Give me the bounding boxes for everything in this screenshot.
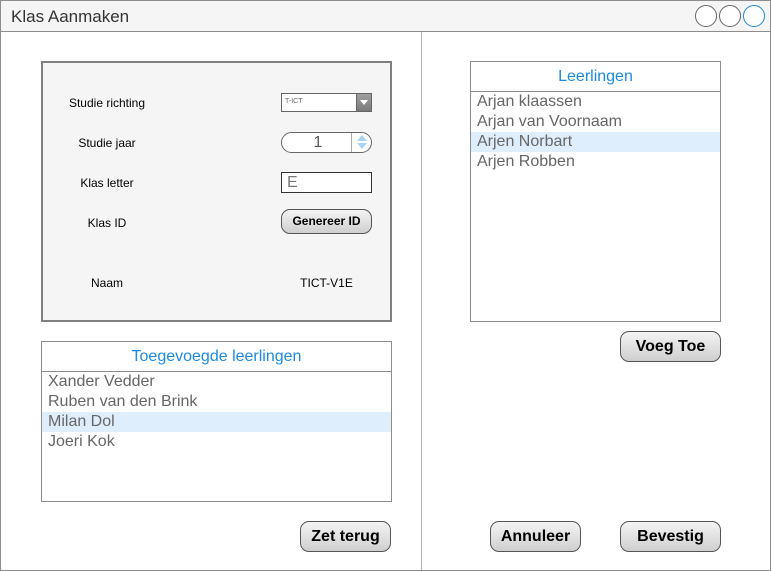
studie-jaar-value: 1 bbox=[313, 134, 323, 151]
naam-value: TICT-V1E bbox=[300, 276, 353, 290]
list-item[interactable]: Arjen Robben bbox=[471, 152, 720, 172]
list-item-selected[interactable]: Milan Dol bbox=[42, 412, 391, 432]
studie-richting-select[interactable]: T-ICT bbox=[281, 93, 372, 112]
chevron-down-icon[interactable] bbox=[356, 94, 371, 111]
title-bar: Klas Aanmaken bbox=[1, 1, 770, 32]
list-item[interactable]: Xander Vedder bbox=[42, 372, 391, 392]
voeg-toe-button[interactable]: Voeg Toe bbox=[620, 331, 721, 362]
list-item[interactable]: Arjan van Voornaam bbox=[471, 112, 720, 132]
studie-richting-label: Studie richting bbox=[68, 96, 146, 110]
class-form-panel: Studie richting T-ICT Studie jaar 1 Klas… bbox=[41, 61, 392, 322]
studie-jaar-stepper[interactable]: 1 bbox=[281, 132, 372, 153]
students-header: Leerlingen bbox=[471, 62, 720, 92]
stepper-controls[interactable] bbox=[351, 133, 371, 152]
klas-letter-label: Klas letter bbox=[80, 176, 134, 190]
studie-richting-value: T-ICT bbox=[285, 98, 303, 105]
window-title: Klas Aanmaken bbox=[11, 7, 130, 26]
bevestig-button[interactable]: Bevestig bbox=[620, 521, 721, 552]
list-item[interactable]: Joeri Kok bbox=[42, 432, 391, 452]
studie-jaar-label: Studie jaar bbox=[78, 136, 136, 150]
added-students-list[interactable]: Toegevoegde leerlingen Xander Vedder Rub… bbox=[41, 341, 392, 502]
vertical-divider bbox=[421, 32, 422, 570]
added-students-header: Toegevoegde leerlingen bbox=[42, 342, 391, 372]
maximize-button[interactable] bbox=[719, 5, 741, 27]
annuleer-button[interactable]: Annuleer bbox=[490, 521, 581, 552]
students-list[interactable]: Leerlingen Arjan klaassen Arjan van Voor… bbox=[470, 61, 721, 322]
klas-id-label: Klas ID bbox=[87, 216, 127, 230]
klas-letter-input[interactable]: E bbox=[281, 172, 372, 193]
list-item[interactable]: Arjan klaassen bbox=[471, 92, 720, 112]
zet-terug-button[interactable]: Zet terug bbox=[300, 521, 391, 552]
list-item-selected[interactable]: Arjen Norbart bbox=[471, 132, 720, 152]
stepper-up-icon[interactable] bbox=[357, 135, 367, 141]
stepper-down-icon[interactable] bbox=[357, 143, 367, 149]
minimize-button[interactable] bbox=[695, 5, 717, 27]
genereer-id-button[interactable]: Genereer ID bbox=[281, 209, 372, 234]
app-window: Klas Aanmaken Studie richting T-ICT Stud… bbox=[0, 0, 771, 571]
list-item[interactable]: Ruben van den Brink bbox=[42, 392, 391, 412]
naam-label: Naam bbox=[90, 276, 123, 290]
close-button[interactable] bbox=[743, 5, 765, 27]
